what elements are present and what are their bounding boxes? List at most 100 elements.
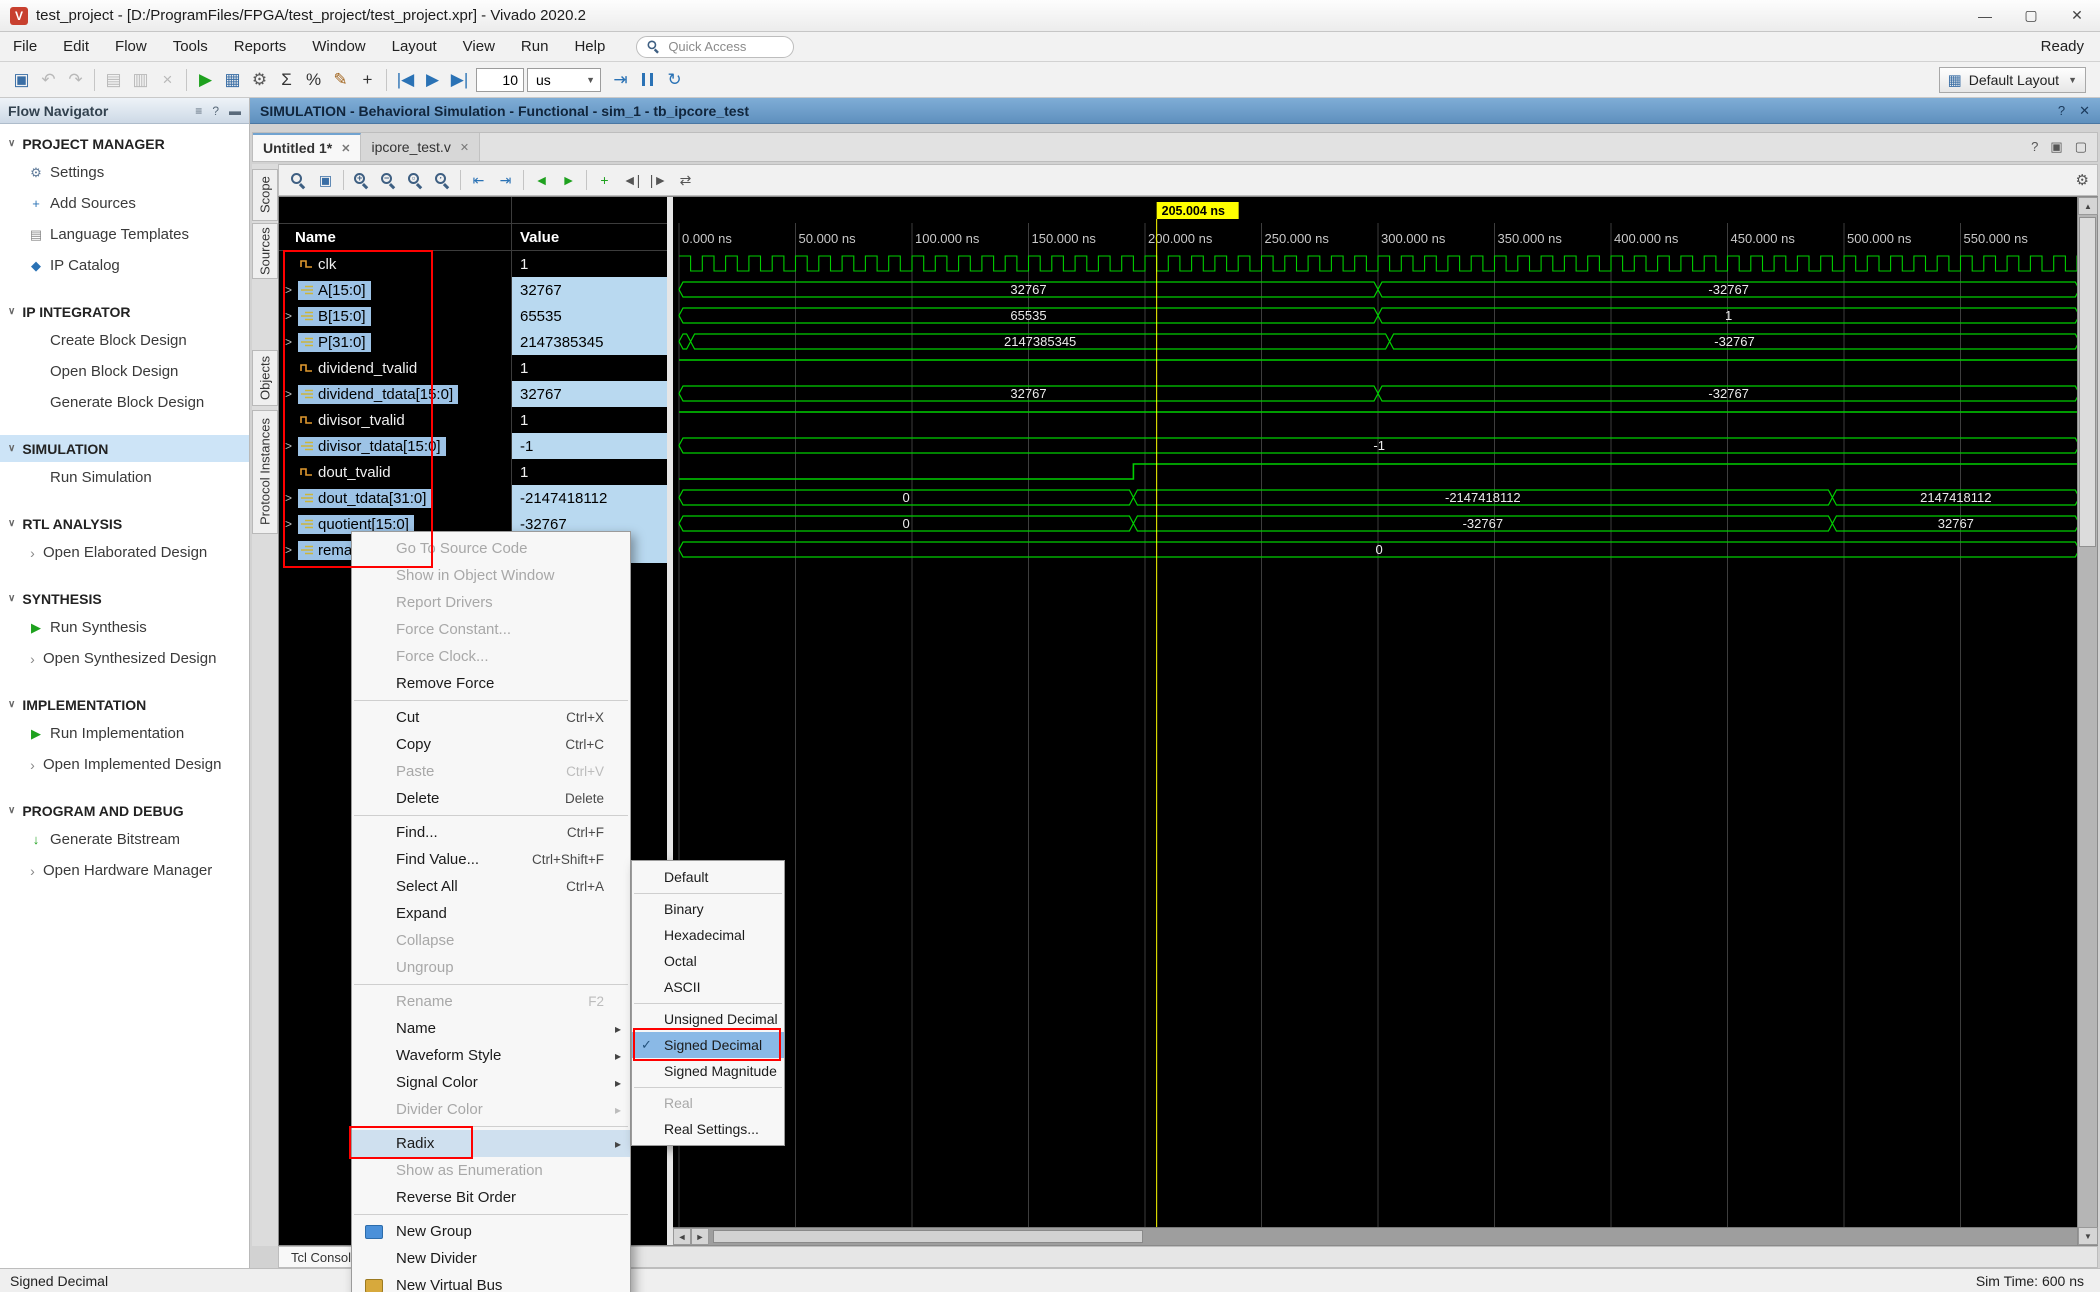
menu-help[interactable]: Help [561,34,618,59]
menu-item-delete[interactable]: DeleteDelete [352,785,630,812]
quick-access-search[interactable]: Quick Access [636,36,794,58]
scroll-down-icon[interactable]: ▼ [2078,1227,2098,1245]
flow-nav-section-synthesis[interactable]: ∨SYNTHESIS [0,585,249,612]
flow-nav-item-open-synthesized-design[interactable]: ›Open Synthesized Design [0,643,249,674]
run-all-icon[interactable]: ▶ [419,67,446,93]
editor-maximize-icon[interactable]: ▢ [2075,139,2087,155]
layout-selector[interactable]: ▦ Default Layout ▼ [1939,67,2086,93]
menu-reports[interactable]: Reports [221,34,300,59]
signal-row-dividend-tvalid[interactable]: dividend_tvalid [279,355,511,381]
menu-run[interactable]: Run [508,34,562,59]
scroll-left-icon[interactable]: ◄ [673,1228,691,1245]
flow-nav-item-open-implemented-design[interactable]: ›Open Implemented Design [0,749,249,780]
menu-flow[interactable]: Flow [102,34,160,59]
flow-nav-item-run-implementation[interactable]: ▶Run Implementation [0,718,249,749]
flow-nav-section-simulation[interactable]: ∨SIMULATION [0,435,249,462]
menu-edit[interactable]: Edit [50,34,102,59]
sum-icon[interactable]: Σ [273,67,300,93]
maximize-button[interactable]: ▢ [2008,0,2054,31]
expand-arrow-icon[interactable]: > [285,517,298,531]
scroll-up-icon[interactable]: ▲ [2078,197,2098,215]
waveform-plot[interactable]: 0.000 ns50.000 ns100.000 ns150.000 ns200… [673,197,2079,1245]
menu-item-select-all[interactable]: Select AllCtrl+A [352,873,630,900]
menu-item-copy[interactable]: CopyCtrl+C [352,731,630,758]
flow-nav-section-project-manager[interactable]: ∨PROJECT MANAGER [0,130,249,157]
flow-nav-section-program-and-debug[interactable]: ∨PROGRAM AND DEBUG [0,797,249,824]
submenu-item-binary[interactable]: Binary [632,896,784,922]
menu-item-remove-force[interactable]: Remove Force [352,670,630,697]
zoom-fit-icon[interactable]: ▫ [402,168,429,193]
submenu-item-ascii[interactable]: ASCII [632,974,784,1000]
expand-arrow-icon[interactable]: > [285,491,298,505]
step-icon[interactable]: ⇥ [607,67,634,93]
flow-nav-item-ip-catalog[interactable]: ◆IP Catalog [0,250,249,281]
zoom-out-icon[interactable]: − [375,168,402,193]
expand-arrow-icon[interactable]: › [26,651,39,667]
flow-nav-menu-icon[interactable]: ≡ [195,104,202,118]
menu-item-waveform-style[interactable]: Waveform Style▸ [352,1042,630,1069]
run-icon[interactable]: ▶ [192,67,219,93]
signal-row-divisor-tdata-15-0[interactable]: >divisor_tdata[15:0] [279,433,511,459]
previous-marker-icon[interactable]: ◄| [618,168,645,193]
flow-nav-item-language-templates[interactable]: ▤Language Templates [0,219,249,250]
signal-row-p-31-0[interactable]: >P[31:0] [279,329,511,355]
value-column-header[interactable]: Value [512,223,667,251]
signal-row-a-15-0[interactable]: >A[15:0] [279,277,511,303]
flow-nav-item-open-block-design[interactable]: Open Block Design [0,356,249,387]
horizontal-scroll-thumb[interactable] [713,1230,1143,1243]
signal-row-divisor-tvalid[interactable]: divisor_tvalid [279,407,511,433]
vertical-scroll-thumb[interactable] [2079,217,2096,547]
side-tab-sources[interactable]: Sources [252,223,278,279]
side-tab-protocol-instances[interactable]: Protocol Instances [252,410,278,534]
zoom-to-cursor-icon[interactable]: · [429,168,456,193]
pause-icon[interactable] [634,67,661,93]
tab-untitled-1[interactable]: Untitled 1*✕ [253,133,361,161]
menu-item-new-group[interactable]: New Group [352,1218,630,1245]
menu-file[interactable]: File [0,34,50,59]
menu-item-radix[interactable]: Radix▸ [352,1130,630,1157]
find-icon[interactable] [285,168,312,193]
flow-nav-item-settings[interactable]: ⚙Settings [0,157,249,188]
flow-nav-item-create-block-design[interactable]: Create Block Design [0,325,249,356]
restart-icon[interactable]: |◀ [392,67,419,93]
previous-transition-icon[interactable]: ◄ [528,168,555,193]
caption-close-icon[interactable]: ✕ [2079,103,2090,119]
flow-nav-item-open-elaborated-design[interactable]: ›Open Elaborated Design [0,537,249,568]
caption-help-icon[interactable]: ? [2058,103,2065,119]
tab-close-icon[interactable]: ✕ [460,141,469,154]
expand-arrow-icon[interactable]: › [26,757,39,773]
goto-time-zero-icon[interactable]: ⇤ [465,168,492,193]
expand-arrow-icon[interactable]: > [285,387,298,401]
flow-nav-section-rtl-analysis[interactable]: ∨RTL ANALYSIS [0,510,249,537]
next-marker-icon[interactable]: |► [645,168,672,193]
menu-item-signal-color[interactable]: Signal Color▸ [352,1069,630,1096]
flow-nav-item-generate-block-design[interactable]: Generate Block Design [0,387,249,418]
submenu-item-real-settings[interactable]: Real Settings... [632,1116,784,1142]
menu-item-name[interactable]: Name▸ [352,1015,630,1042]
menu-item-new-divider[interactable]: New Divider [352,1245,630,1272]
relaunch-icon[interactable]: ↻ [661,67,688,93]
signal-row-dout-tvalid[interactable]: dout_tvalid [279,459,511,485]
submenu-item-default[interactable]: Default [632,864,784,890]
goto-last-time-icon[interactable]: ⇥ [492,168,519,193]
expand-arrow-icon[interactable]: > [285,543,298,557]
run-for-icon[interactable]: ▶| [446,67,473,93]
flow-nav-collapse-icon[interactable]: ▬ [229,104,241,118]
name-column-header[interactable]: Name [279,223,511,251]
menu-tools[interactable]: Tools [160,34,221,59]
signal-row-dout-tdata-31-0[interactable]: >dout_tdata[31:0] [279,485,511,511]
reports-icon[interactable]: ▦ [219,67,246,93]
menu-layout[interactable]: Layout [379,34,450,59]
add-marker-icon[interactable]: + [591,168,618,193]
expand-arrow-icon[interactable]: > [285,335,298,349]
scroll-right-icon[interactable]: ► [691,1228,709,1245]
flow-nav-section-ip-integrator[interactable]: ∨IP INTEGRATOR [0,298,249,325]
wave-canvas[interactable]: 0.000 ns50.000 ns100.000 ns150.000 ns200… [673,197,2079,1245]
vertical-scrollbar[interactable]: ▲ ▼ [2077,197,2097,1245]
menu-item-reverse-bit-order[interactable]: Reverse Bit Order [352,1184,630,1211]
expand-arrow-icon[interactable]: > [285,309,298,323]
zoom-in-icon[interactable]: + [348,168,375,193]
side-tab-objects[interactable]: Objects [252,350,278,406]
probe-icon[interactable]: + [354,67,381,93]
menu-window[interactable]: Window [299,34,378,59]
